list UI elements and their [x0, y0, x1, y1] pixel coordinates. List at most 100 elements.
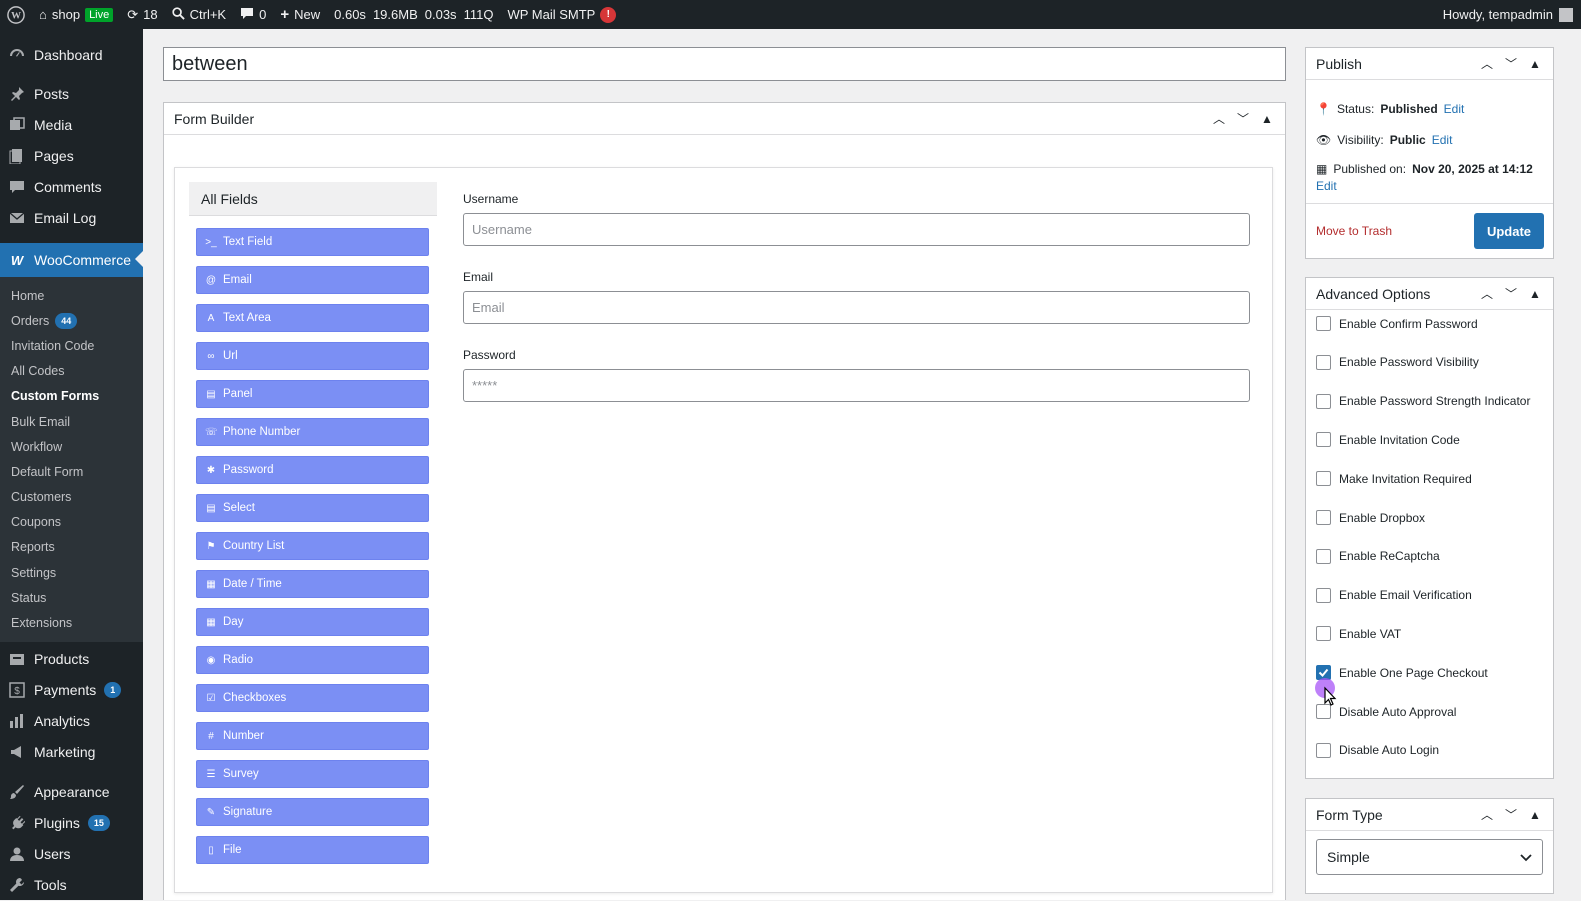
menu-users[interactable]: Users	[0, 839, 143, 870]
new-content-link[interactable]: + New	[273, 0, 327, 29]
checkbox[interactable]	[1316, 471, 1331, 487]
checkbox[interactable]	[1316, 354, 1331, 370]
checkbox[interactable]	[1316, 316, 1331, 331]
chevron-up-icon[interactable]: ︿	[1479, 285, 1495, 302]
menu-woocommerce[interactable]: W WooCommerce	[0, 243, 143, 277]
submenu-all-codes[interactable]: All Codes	[0, 359, 143, 384]
field-radio[interactable]: ◉ Radio	[196, 646, 429, 674]
advanced-option[interactable]: Make Invitation Required	[1316, 471, 1472, 487]
checkbox[interactable]	[1316, 393, 1331, 409]
advanced-option[interactable]: Enable Invitation Code	[1316, 432, 1460, 448]
field-checkboxes[interactable]: ☑ Checkboxes	[196, 684, 429, 712]
chevron-down-icon[interactable]: ﹀	[1503, 806, 1519, 823]
comments-link[interactable]: 0	[233, 0, 273, 29]
field-country-list[interactable]: ⚑ Country List	[196, 532, 429, 560]
updates-link[interactable]: ⟳ 18	[120, 0, 164, 29]
menu-email-log[interactable]: Email Log	[0, 202, 143, 233]
collapse-triangle-icon[interactable]: ▲	[1259, 112, 1275, 126]
menu-products[interactable]: Products	[0, 644, 143, 675]
post-title-input[interactable]	[163, 47, 1286, 81]
advanced-option[interactable]: Disable Auto Login	[1316, 742, 1439, 758]
field-text-field[interactable]: >_ Text Field	[196, 228, 429, 256]
collapse-triangle-icon[interactable]: ▲	[1527, 808, 1543, 822]
field-select[interactable]: ▤ Select	[196, 494, 429, 522]
field-number[interactable]: # Number	[196, 722, 429, 750]
chevron-up-icon[interactable]: ︿	[1479, 55, 1495, 72]
field-day[interactable]: ▦ Day	[196, 608, 429, 636]
advanced-option[interactable]: Enable VAT	[1316, 626, 1401, 642]
chevron-up-icon[interactable]: ︿	[1211, 110, 1227, 127]
terminal-icon: >_	[205, 236, 217, 248]
menu-appearance[interactable]: Appearance	[0, 777, 143, 808]
advanced-option[interactable]: Enable Email Verification	[1316, 587, 1472, 603]
checkbox[interactable]	[1316, 548, 1331, 564]
site-name-link[interactable]: ⌂ shop Live	[32, 0, 120, 29]
field-url[interactable]: ∞ Url	[196, 342, 429, 370]
submenu-status[interactable]: Status	[0, 585, 143, 610]
menu-analytics[interactable]: Analytics	[0, 706, 143, 737]
field-password[interactable]: ✱ Password	[196, 456, 429, 484]
chevron-down-icon[interactable]: ﹀	[1503, 285, 1519, 302]
menu-plugins[interactable]: Plugins 15	[0, 808, 143, 839]
field-text-area[interactable]: A Text Area	[196, 304, 429, 332]
submenu-default-form[interactable]: Default Form	[0, 459, 143, 484]
field-signature[interactable]: ✎ Signature	[196, 798, 429, 826]
status-row: 📍 Status: Published Edit	[1316, 102, 1465, 116]
email-input[interactable]	[463, 291, 1250, 324]
field-phone-number[interactable]: ☏ Phone Number	[196, 418, 429, 446]
advanced-option[interactable]: Enable One Page Checkout	[1316, 665, 1488, 681]
field-survey[interactable]: ☰ Survey	[196, 760, 429, 788]
submenu-orders[interactable]: Orders 44	[0, 308, 143, 333]
edit-status-link[interactable]: Edit	[1444, 102, 1465, 116]
field-panel[interactable]: ▤ Panel	[196, 380, 429, 408]
wordpress-logo-icon[interactable]: W	[0, 0, 32, 29]
checkbox[interactable]	[1316, 742, 1331, 758]
checkbox[interactable]	[1316, 432, 1331, 448]
checkbox[interactable]	[1316, 587, 1331, 603]
chevron-up-icon[interactable]: ︿	[1479, 806, 1495, 823]
advanced-option[interactable]: Enable ReCaptcha	[1316, 548, 1440, 564]
checkbox[interactable]	[1316, 510, 1331, 525]
password-input[interactable]	[463, 369, 1250, 402]
advanced-option[interactable]: Enable Password Visibility	[1316, 354, 1479, 370]
form-type-select[interactable]: Simple	[1316, 839, 1543, 875]
submenu-extensions[interactable]: Extensions	[0, 610, 143, 635]
submenu-workflow[interactable]: Workflow	[0, 434, 143, 459]
menu-posts[interactable]: Posts	[0, 78, 143, 109]
submenu-custom-forms[interactable]: Custom Forms	[0, 384, 143, 409]
username-input[interactable]	[463, 213, 1250, 246]
field-date-time[interactable]: ▦ Date / Time	[196, 570, 429, 598]
edit-visibility-link[interactable]: Edit	[1432, 133, 1453, 147]
field-email[interactable]: @ Email	[196, 266, 429, 294]
menu-media[interactable]: Media	[0, 109, 143, 140]
menu-dashboard[interactable]: Dashboard	[0, 39, 143, 70]
edit-date-link[interactable]: Edit	[1316, 179, 1548, 193]
submenu-customers[interactable]: Customers	[0, 485, 143, 510]
menu-comments[interactable]: Comments	[0, 171, 143, 202]
submenu-settings[interactable]: Settings	[0, 560, 143, 585]
chevron-down-icon[interactable]: ﹀	[1503, 55, 1519, 72]
submenu-home[interactable]: Home	[0, 283, 143, 308]
advanced-option[interactable]: Enable Dropbox	[1316, 510, 1425, 525]
search-shortcut[interactable]: Ctrl+K	[165, 0, 233, 29]
menu-marketing[interactable]: Marketing	[0, 737, 143, 768]
field-file[interactable]: ▯ File	[196, 836, 429, 864]
submenu-coupons[interactable]: Coupons	[0, 510, 143, 535]
advanced-option[interactable]: Enable Confirm Password	[1316, 316, 1478, 331]
menu-payments[interactable]: $ Payments 1	[0, 675, 143, 706]
menu-tools[interactable]: Tools	[0, 870, 143, 901]
move-to-trash-link[interactable]: Move to Trash	[1316, 224, 1392, 238]
menu-pages[interactable]: Pages	[0, 140, 143, 171]
chevron-down-icon[interactable]: ﹀	[1235, 110, 1251, 127]
submenu-bulk-email[interactable]: Bulk Email	[0, 409, 143, 434]
submenu-invitation-code[interactable]: Invitation Code	[0, 333, 143, 358]
update-button[interactable]: Update	[1474, 213, 1544, 249]
advanced-option[interactable]: Enable Password Strength Indicator	[1316, 393, 1530, 409]
submenu-reports[interactable]: Reports	[0, 535, 143, 560]
wp-mail-smtp-link[interactable]: WP Mail SMTP !	[500, 0, 623, 29]
query-monitor-stats[interactable]: 0.60s 19.6MB 0.03s 111Q	[327, 0, 500, 29]
collapse-triangle-icon[interactable]: ▲	[1527, 287, 1543, 301]
collapse-triangle-icon[interactable]: ▲	[1527, 57, 1543, 71]
my-account-link[interactable]: Howdy, tempadmin	[1443, 0, 1573, 29]
checkbox[interactable]	[1316, 626, 1331, 642]
